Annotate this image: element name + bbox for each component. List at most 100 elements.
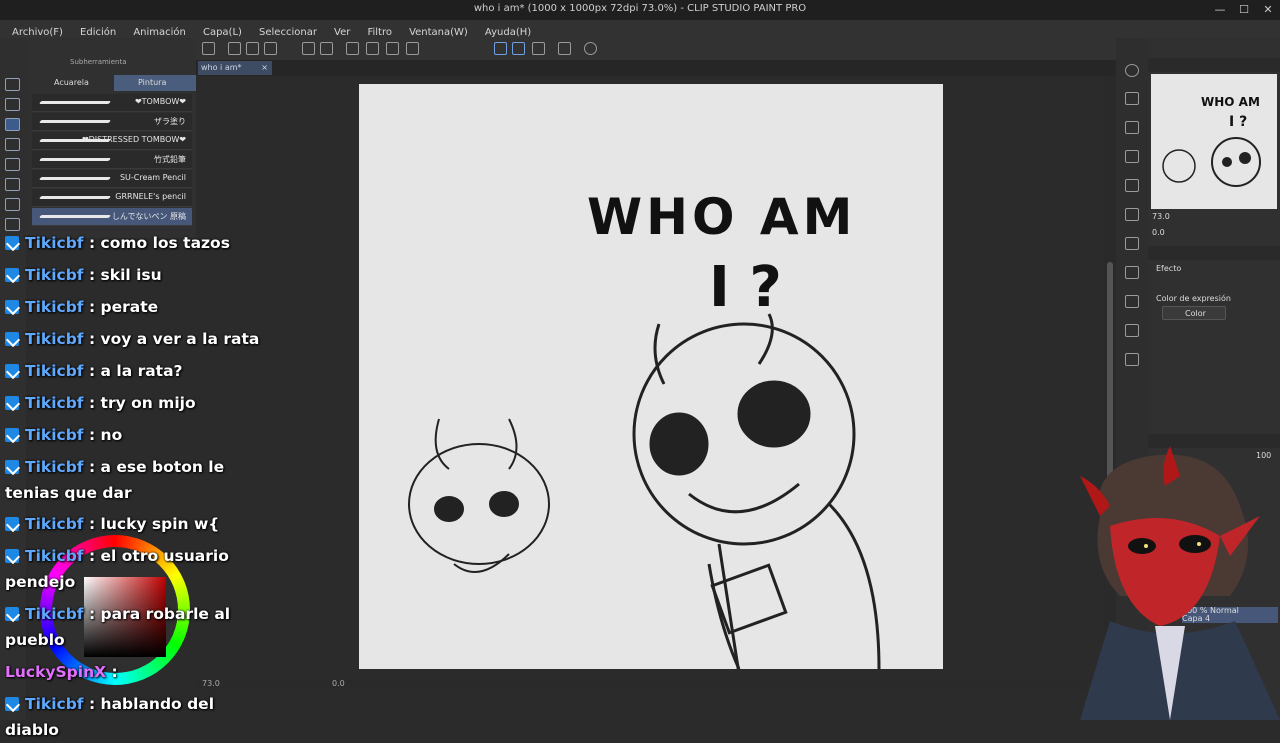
chat-message: Tikicbf : perate (5, 294, 260, 320)
brush-item[interactable]: GRRNELE's pencil (32, 189, 192, 207)
move-tool-icon[interactable] (5, 178, 20, 191)
loading-icon[interactable] (346, 42, 359, 55)
window-controls: — ☐ ✕ (1208, 0, 1280, 20)
expression-color-label: Color de expresión (1156, 294, 1231, 303)
drawing-canvas[interactable]: WHO AM I ? (359, 84, 943, 675)
pencil-tool-icon[interactable] (5, 98, 20, 111)
chat-message: Tikicbf : para robarle al pueblo (5, 605, 231, 649)
avatar-illustration (1080, 446, 1280, 720)
heading-text-2: I ? (709, 255, 782, 320)
brush-name: ザラ塗り (154, 117, 186, 126)
brush-name: ❤TOMBOW❤ (134, 97, 186, 106)
crop-icon[interactable] (406, 42, 419, 55)
brush-item[interactable]: ザラ塗り (32, 113, 192, 131)
eraser-tool-icon[interactable] (5, 138, 20, 151)
brush-item-selected[interactable]: しんでないペン 原稿 (32, 208, 192, 226)
material-icon[interactable] (1125, 179, 1139, 192)
snap-special-ruler-icon[interactable] (512, 42, 525, 55)
pen-tool-icon[interactable] (5, 78, 20, 91)
chat-text: try on mijo (100, 394, 196, 412)
chat-username: Tikicbf (25, 266, 84, 284)
chat-message: LuckySpinX : (5, 663, 118, 681)
minimize-button[interactable]: — (1208, 0, 1232, 20)
material-icon[interactable] (1125, 295, 1139, 308)
chat-username: LuckySpinX (5, 663, 107, 681)
chat-text: a la rata? (100, 362, 183, 380)
clip-studio-icon[interactable] (202, 42, 215, 55)
undo-icon[interactable] (302, 42, 315, 55)
navigator-header (1148, 58, 1280, 72)
big-character-sketch (632, 313, 881, 675)
navigator-thumbnail: WHO AM I ? (1162, 95, 1261, 187)
transform-icon[interactable] (386, 42, 399, 55)
status-angle[interactable]: 0.0 (332, 679, 345, 688)
title-bar: who i am* (1000 x 1000px 72dpi 73.0%) - … (0, 0, 1280, 20)
snap-ruler-icon[interactable] (494, 42, 507, 55)
command-bar (196, 38, 1116, 61)
brush-item[interactable]: SU-Cream Pencil (32, 170, 192, 188)
snap-grid-icon[interactable] (532, 42, 545, 55)
chat-badge-icon (5, 268, 19, 282)
material-icon[interactable] (1125, 266, 1139, 279)
close-button[interactable]: ✕ (1256, 0, 1280, 20)
fill-tool-icon[interactable] (5, 158, 20, 171)
chat-badge-icon (5, 396, 19, 410)
nav-angle-value[interactable]: 0.0 (1152, 228, 1165, 237)
chat-username: Tikicbf (25, 362, 84, 380)
blend-tool-icon[interactable] (5, 198, 20, 211)
brush-name: ❤DISTRESSED TOMBOW❤ (81, 135, 186, 144)
brush-item[interactable]: ❤DISTRESSED TOMBOW❤ (32, 132, 192, 150)
chat-username: Tikicbf (25, 605, 84, 623)
chat-username: Tikicbf (25, 298, 84, 316)
material-icon[interactable] (1125, 92, 1139, 105)
material-icon[interactable] (1125, 353, 1139, 366)
brush-tool-icon[interactable] (5, 118, 20, 131)
nav-zoom-value[interactable]: 73.0 (1152, 212, 1170, 221)
heading-text-1: WHO AM (587, 188, 856, 246)
tab-watercolor[interactable]: Acuarela (30, 75, 108, 91)
chat-message: Tikicbf : voy a ver a la rata (5, 326, 260, 352)
chat-username: Tikicbf (25, 394, 84, 412)
brush-item[interactable]: 竹式鉛筆 (32, 151, 192, 169)
close-icon[interactable] (1125, 150, 1139, 163)
chat-message: Tikicbf : hablando del diablo (5, 695, 215, 739)
streamer-avatar (1060, 446, 1280, 720)
maximize-button[interactable]: ☐ (1232, 0, 1256, 20)
tab-who-i-am[interactable]: who i am* × (198, 61, 272, 75)
chat-message: Tikicbf : skil isu (5, 262, 260, 288)
brush-stroke-preview (39, 215, 111, 218)
brush-stroke-preview (39, 177, 111, 180)
new-file-icon[interactable] (228, 42, 241, 55)
material-icon[interactable] (1125, 237, 1139, 250)
help-icon[interactable] (584, 42, 597, 55)
tab-thick-paint[interactable]: Pintura espesa (114, 75, 196, 103)
material-icon[interactable] (1125, 324, 1139, 337)
chat-text: lucky spin w{ (100, 515, 220, 533)
chat-badge-icon (5, 607, 19, 621)
brush-item[interactable]: ❤TOMBOW❤ (32, 94, 192, 112)
close-tab-icon[interactable]: × (261, 61, 268, 75)
chat-text: skil isu (100, 266, 162, 284)
open-file-icon[interactable] (246, 42, 259, 55)
settings-icon[interactable] (558, 42, 571, 55)
tab-label: who i am* (201, 63, 242, 72)
preview-text-1: WHO AM (1201, 95, 1260, 109)
chat-message: Tikicbf : a ese boton le tenias que dar (5, 458, 225, 502)
chat-username: Tikicbf (25, 458, 84, 476)
navigator-preview[interactable]: WHO AM I ? (1151, 74, 1277, 209)
fill-icon[interactable] (366, 42, 379, 55)
material-icon[interactable] (1125, 121, 1139, 134)
chat-username: Tikicbf (25, 426, 84, 444)
material-icon[interactable] (1125, 208, 1139, 221)
search-icon[interactable] (1125, 64, 1139, 77)
chat-username: Tikicbf (25, 330, 84, 348)
chat-text: como los tazos (100, 234, 230, 252)
expression-color-select[interactable]: Color (1162, 306, 1226, 320)
chat-username: Tikicbf (25, 695, 84, 713)
chat-message: Tikicbf : el otro usuario pendejo (5, 547, 229, 591)
redo-icon[interactable] (320, 42, 333, 55)
chat-message: Tikicbf : no (5, 422, 260, 448)
effect-label: Efecto (1156, 264, 1182, 273)
save-icon[interactable] (264, 42, 277, 55)
chat-badge-icon (5, 236, 19, 250)
